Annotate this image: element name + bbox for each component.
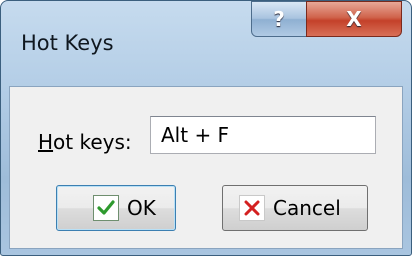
help-icon: ? (273, 7, 285, 31)
red-x-icon (239, 195, 265, 221)
hot-keys-label-text: ot keys: (53, 130, 132, 154)
window-title: Hot Keys (21, 31, 114, 55)
close-icon: X (346, 7, 362, 31)
close-button[interactable]: X (306, 1, 402, 37)
dialog-body: Hot keys: OK Cancel (9, 86, 403, 249)
hot-keys-dialog: Hot Keys ? X Hot keys: OK (0, 0, 412, 256)
cancel-button-label: Cancel (273, 196, 341, 220)
hot-keys-label: Hot keys: (38, 130, 132, 154)
caption-buttons: ? X (251, 1, 402, 39)
title-bar[interactable]: Hot Keys ? X (1, 1, 411, 85)
hot-keys-label-accelerator: H (38, 130, 54, 154)
cancel-button[interactable]: Cancel (222, 185, 368, 231)
ok-button-label: OK (127, 196, 156, 220)
checkmark-icon (93, 195, 119, 221)
ok-button[interactable]: OK (56, 185, 176, 231)
hot-keys-input[interactable] (150, 116, 376, 154)
help-button[interactable]: ? (251, 1, 307, 37)
